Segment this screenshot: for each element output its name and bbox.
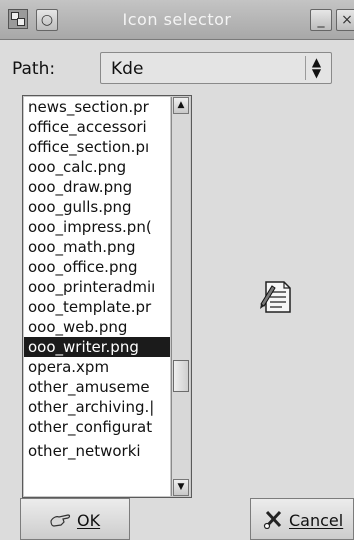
arrow-down-icon: ▼: [177, 482, 185, 492]
hand-pointer-icon: [50, 514, 71, 527]
list-item[interactable]: opera.xpm: [24, 357, 170, 377]
minimize-button[interactable]: _: [310, 9, 332, 31]
list-item[interactable]: ooo_template.pr: [24, 297, 170, 317]
vertical-scrollbar[interactable]: ▲ ▼: [171, 97, 190, 496]
close-button[interactable]: ×: [336, 9, 354, 31]
window-title: Icon selector: [122, 10, 232, 29]
list-item[interactable]: ooo_web.png: [24, 317, 170, 337]
list-item[interactable]: news_section.pr: [24, 97, 170, 117]
list-item[interactable]: ooo_calc.png: [24, 157, 170, 177]
scroll-thumb[interactable]: [173, 360, 189, 392]
title-bar[interactable]: ○ Icon selector _ ×: [0, 0, 354, 40]
list-item[interactable]: ooo_impress.pn(: [24, 217, 170, 237]
window-menu-icon[interactable]: [8, 9, 28, 29]
scissors-x-icon: [263, 510, 282, 529]
shade-button[interactable]: ○: [36, 9, 58, 31]
list-item[interactable]: ooo_math.png: [24, 237, 170, 257]
list-item[interactable]: other_amuseme: [24, 377, 170, 397]
file-listbox: news_section.pr office_accessori office_se…: [22, 95, 192, 498]
list-item[interactable]: ooo_printeradmiı: [24, 277, 170, 297]
up-down-spinner-icon[interactable]: ▲ ▼: [305, 56, 327, 80]
list-item[interactable]: office_section.pı: [24, 137, 170, 157]
list-item[interactable]: ooo_gulls.png: [24, 197, 170, 217]
path-value: Kde: [111, 59, 144, 79]
cancel-button[interactable]: Cancel: [250, 498, 354, 540]
list-item[interactable]: office_accessori: [24, 117, 170, 137]
file-list[interactable]: news_section.pr office_accessori office_se…: [24, 97, 170, 496]
ok-button-label: OK: [77, 511, 101, 530]
list-item[interactable]: ooo_draw.png: [24, 177, 170, 197]
cancel-button-label: Cancel: [289, 511, 344, 530]
arrow-up-icon: ▲: [177, 100, 185, 110]
writer-document-icon: [260, 281, 291, 313]
list-item[interactable]: ooo_office.png: [24, 257, 170, 277]
ok-button[interactable]: OK: [20, 498, 130, 540]
icon-preview: [258, 276, 296, 316]
scroll-up-button[interactable]: ▲: [173, 97, 189, 114]
path-combobox[interactable]: Kde ▲ ▼: [100, 52, 332, 84]
path-label: Path:: [12, 59, 56, 79]
scroll-down-button[interactable]: ▼: [173, 479, 189, 496]
circle-icon: ○: [40, 12, 54, 28]
path-row: Path: Kde ▲ ▼: [0, 52, 354, 86]
list-item[interactable]: other_archiving.|: [24, 397, 170, 417]
list-item[interactable]: other_configurat: [24, 417, 170, 437]
list-item[interactable]: ooo_writer.png: [24, 337, 170, 357]
list-item[interactable]: other_networki: [24, 441, 170, 461]
